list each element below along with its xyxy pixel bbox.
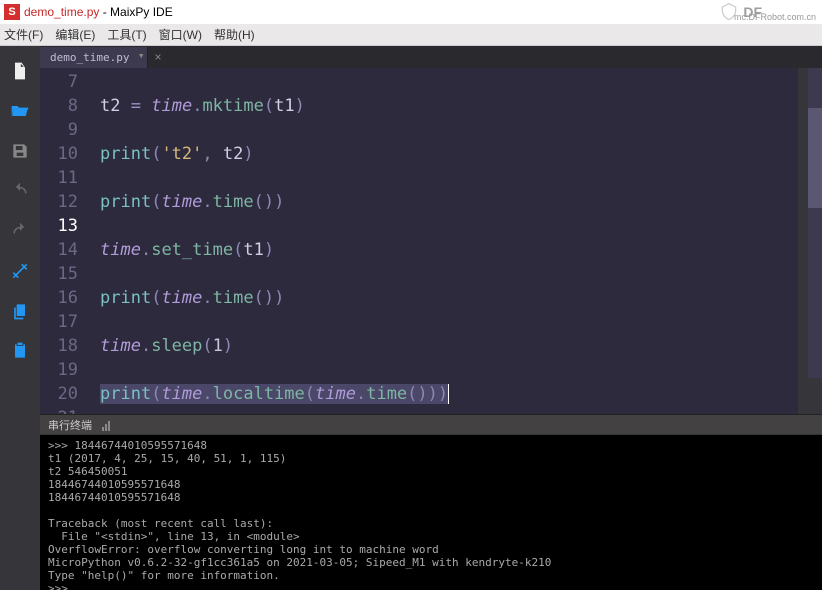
save-icon[interactable] [9, 140, 31, 162]
scrollbar-thumb[interactable] [808, 108, 822, 208]
editor-scrollbar[interactable] [808, 68, 822, 378]
brand-url: mc.DFRobot.com.cn [734, 12, 816, 22]
new-file-icon[interactable] [9, 60, 31, 82]
menu-tools[interactable]: 工具(T) [107, 26, 146, 43]
menubar: 文件(F) 编辑(E) 工具(T) 窗口(W) 帮助(H) [0, 24, 822, 46]
paste-icon[interactable] [9, 340, 31, 362]
menu-help[interactable]: 帮助(H) [214, 26, 255, 43]
signal-icon [102, 419, 112, 431]
menu-window[interactable]: 窗口(W) [159, 26, 202, 43]
app-icon: S [4, 4, 20, 20]
copy-icon[interactable] [9, 300, 31, 322]
tools-icon[interactable] [9, 260, 31, 282]
tab-demo-time[interactable]: demo_time.py ▾ [40, 47, 148, 68]
tab-close-icon[interactable]: ▾ [138, 49, 145, 62]
code-area[interactable]: t2 = time.mktime(t1) print('t2', t2) pri… [88, 68, 798, 414]
serial-terminal[interactable]: >>> 18446744010595571648 t1 (2017, 4, 25… [40, 434, 822, 590]
redo-icon[interactable] [9, 220, 31, 242]
terminal-header: 串行终端 [40, 414, 822, 434]
menu-file[interactable]: 文件(F) [4, 26, 43, 43]
line-gutter: 7 8 9 10 11 12 13 14 15 16 17 18 19 20 2… [40, 68, 88, 414]
undo-icon[interactable] [9, 180, 31, 202]
tab-x[interactable]: × [148, 50, 167, 64]
titlebar: S demo_time.py - MaixPy IDE DF mc.DFRobo… [0, 0, 822, 24]
title-sep: - [99, 5, 110, 19]
code-editor[interactable]: 7 8 9 10 11 12 13 14 15 16 17 18 19 20 2… [40, 68, 822, 414]
title-filename: demo_time.py [24, 5, 99, 19]
tab-label: demo_time.py [50, 51, 129, 64]
tab-bar: demo_time.py ▾ × [40, 46, 822, 68]
sidebar [0, 46, 40, 590]
title-app: MaixPy IDE [110, 5, 173, 19]
open-folder-icon[interactable] [9, 100, 31, 122]
menu-edit[interactable]: 编辑(E) [55, 26, 95, 43]
terminal-title: 串行终端 [48, 417, 92, 433]
